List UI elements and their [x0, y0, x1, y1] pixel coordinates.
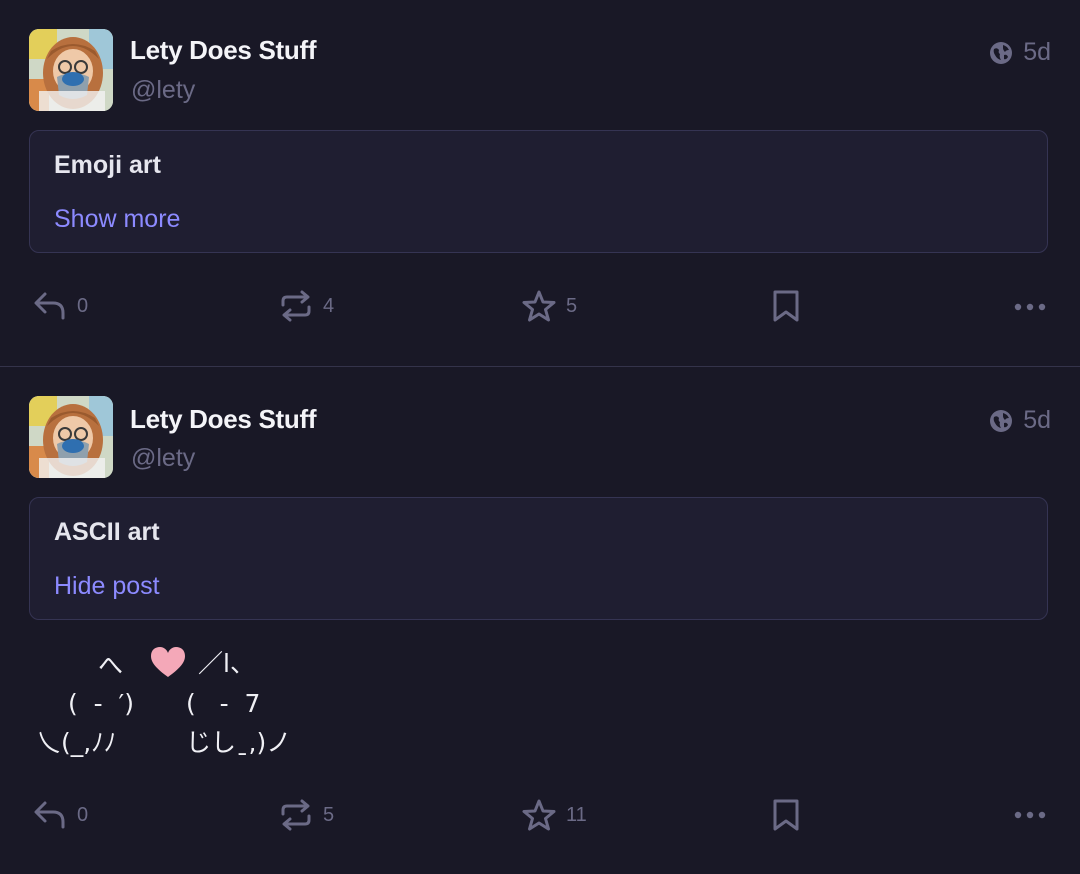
heart-emoji-icon: [149, 645, 187, 684]
boost-button[interactable]: 4: [279, 289, 334, 323]
content-warning: Emoji art Show more: [29, 130, 1048, 253]
post-meta[interactable]: 5d: [989, 38, 1051, 67]
ascii-line-3-right: じしˍ,)ノ: [186, 728, 292, 757]
bookmark-button[interactable]: [772, 798, 800, 832]
boost-icon: [279, 289, 313, 323]
post-meta[interactable]: 5d: [989, 406, 1051, 435]
status-post[interactable]: Lety Does Stuff @lety 5d Emoji art Show …: [0, 0, 1080, 366]
favourite-button[interactable]: 11: [522, 798, 587, 832]
ascii-line-2-left: ( - ′): [68, 689, 134, 718]
ascii-line-3-left: 乀(_,ﾉﾉ: [36, 728, 117, 757]
boost-button[interactable]: 5: [279, 798, 334, 832]
avatar[interactable]: [29, 396, 113, 478]
reply-count: 0: [77, 294, 89, 317]
reply-icon: [33, 291, 67, 321]
favourite-button[interactable]: 5: [522, 289, 577, 323]
content-warning-text: Emoji art: [54, 151, 161, 179]
ascii-art-content: へ ／l、 ( - ′) ( - 7 乀(_,ﾉﾉ じしˍ,)ノ: [32, 643, 332, 763]
hide-post-button[interactable]: Hide post: [54, 572, 160, 601]
content-warning-text: ASCII art: [54, 518, 160, 546]
bookmark-icon: [772, 289, 800, 323]
ascii-line-1-left: へ: [98, 651, 124, 680]
boost-count: 5: [323, 803, 335, 826]
display-name[interactable]: Lety Does Stuff: [130, 404, 316, 435]
ascii-line-1-right: ／l、: [198, 649, 255, 678]
account-handle[interactable]: @lety: [131, 76, 195, 105]
ascii-line-2-right: ( - 7: [186, 689, 261, 718]
reply-button[interactable]: 0: [33, 800, 88, 830]
globe-icon: [989, 41, 1013, 65]
post-time: 5d: [1023, 406, 1051, 434]
favourite-count: 11: [566, 803, 587, 826]
post-time: 5d: [1023, 38, 1051, 66]
reply-button[interactable]: 0: [33, 291, 88, 321]
favourite-count: 5: [566, 294, 578, 317]
globe-icon: [989, 409, 1013, 433]
star-icon: [522, 289, 556, 323]
status-post[interactable]: Lety Does Stuff @lety 5d ASCII art Hide …: [0, 367, 1080, 874]
more-options-button[interactable]: [1014, 297, 1046, 317]
boost-count: 4: [323, 294, 335, 317]
show-more-button[interactable]: Show more: [54, 205, 180, 234]
star-icon: [522, 798, 556, 832]
boost-icon: [279, 798, 313, 832]
more-dots-icon: [1014, 805, 1046, 825]
reply-count: 0: [77, 803, 89, 826]
avatar[interactable]: [29, 29, 113, 111]
display-name[interactable]: Lety Does Stuff: [130, 35, 316, 66]
account-handle[interactable]: @lety: [131, 444, 195, 473]
bookmark-icon: [772, 798, 800, 832]
more-options-button[interactable]: [1014, 805, 1046, 825]
bookmark-button[interactable]: [772, 289, 800, 323]
more-dots-icon: [1014, 297, 1046, 317]
reply-icon: [33, 800, 67, 830]
content-warning: ASCII art Hide post: [29, 497, 1048, 620]
